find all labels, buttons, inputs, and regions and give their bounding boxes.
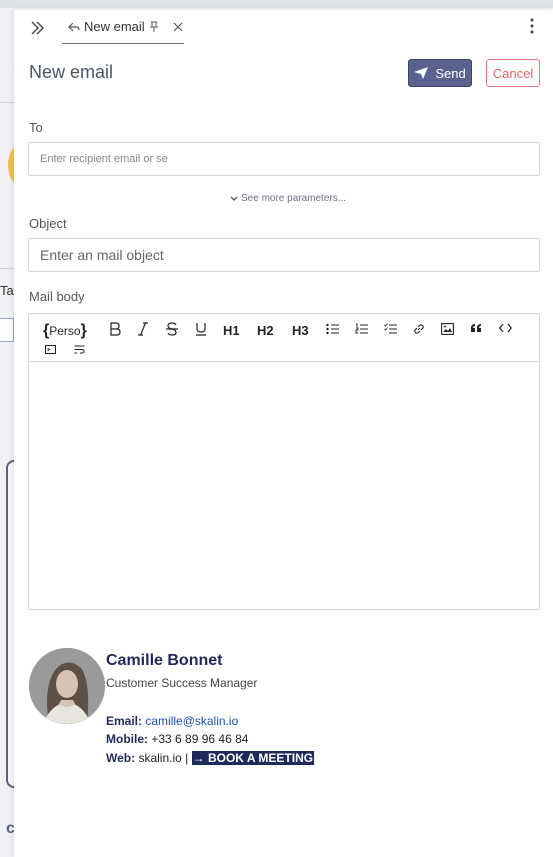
underline-icon[interactable] — [195, 322, 207, 336]
close-icon[interactable] — [173, 22, 183, 32]
quote-icon[interactable] — [470, 323, 482, 333]
heading-3-button[interactable]: H3 — [292, 323, 309, 338]
bullet-list-icon[interactable] — [326, 323, 339, 335]
cancel-button[interactable]: Cancel — [486, 59, 540, 87]
code-icon[interactable] — [499, 323, 512, 333]
signature-email-row: Email: camille@skalin.io — [106, 714, 238, 728]
background-topbar — [0, 0, 553, 8]
perso-variable-button[interactable]: {Perso} — [43, 320, 87, 342]
chevron-down-icon — [230, 196, 238, 201]
recipient-input[interactable] — [28, 142, 540, 176]
signature-photo — [29, 648, 105, 724]
email-signature: Camille Bonnet Customer Success Manager … — [29, 648, 349, 778]
email-label: Email: — [106, 714, 143, 728]
object-label: Object — [29, 216, 67, 231]
panel-header: New email — [14, 10, 553, 46]
book-meeting-link[interactable]: → BOOK A MEETING — [191, 751, 315, 765]
image-icon[interactable] — [441, 323, 454, 335]
code-block-icon[interactable] — [45, 345, 56, 354]
numbered-list-icon[interactable] — [355, 323, 368, 335]
collapse-panel-icon[interactable] — [28, 18, 48, 38]
tab-new-email[interactable]: New email — [62, 10, 184, 44]
send-icon — [414, 67, 429, 79]
background-input — [0, 318, 14, 342]
link-icon[interactable] — [413, 323, 425, 335]
signature-role: Customer Success Manager — [106, 676, 258, 690]
tab-label: New email — [84, 19, 145, 34]
background-divider — [0, 102, 14, 103]
send-button[interactable]: Send — [408, 59, 472, 87]
object-input[interactable] — [28, 238, 540, 272]
new-email-panel: New email New email Send Cancel To See m… — [14, 10, 553, 857]
mail-body-textarea[interactable] — [29, 362, 539, 609]
mobile-label: Mobile: — [106, 732, 148, 746]
page-title: New email — [29, 62, 114, 82]
mail-body-label: Mail body — [29, 289, 85, 304]
separator: | — [185, 751, 189, 765]
background-divider — [0, 268, 14, 269]
pin-icon[interactable] — [149, 21, 159, 33]
web-link[interactable]: skalin.io — [138, 751, 181, 765]
checklist-icon[interactable] — [384, 323, 397, 335]
to-label: To — [29, 120, 43, 135]
wrap-icon[interactable] — [74, 345, 85, 354]
heading-2-button[interactable]: H2 — [257, 323, 274, 338]
see-more-parameters-link[interactable]: See more parameters... — [230, 193, 346, 204]
strikethrough-icon[interactable] — [166, 322, 178, 336]
italic-icon[interactable] — [137, 322, 149, 336]
heading-1-button[interactable]: H1 — [223, 323, 240, 338]
send-label: Send — [435, 65, 466, 81]
person-photo-icon — [29, 648, 105, 724]
mobile-number: +33 6 89 96 46 84 — [151, 732, 249, 746]
email-link[interactable]: camille@skalin.io — [145, 714, 238, 728]
perso-label: Perso — [49, 324, 81, 338]
more-options-icon[interactable] — [529, 18, 535, 34]
web-label: Web: — [106, 751, 136, 765]
signature-name: Camille Bonnet — [106, 652, 223, 669]
see-more-label: See more parameters... — [241, 193, 347, 204]
signature-web-row: Web: skalin.io | → BOOK A MEETING — [106, 751, 315, 765]
mail-body-editor: {Perso} H1 H2 H3 — [28, 313, 540, 610]
reply-icon — [68, 22, 80, 31]
bold-icon[interactable] — [109, 322, 121, 336]
editor-toolbar: {Perso} H1 H2 H3 — [29, 314, 539, 362]
signature-mobile-row: Mobile: +33 6 89 96 46 84 — [106, 732, 248, 746]
